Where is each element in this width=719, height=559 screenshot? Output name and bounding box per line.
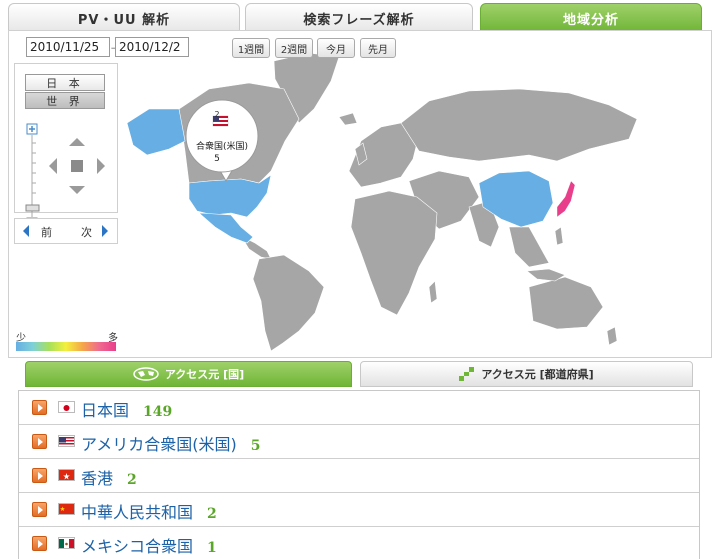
period-this-month-button[interactable]: 今月 bbox=[317, 38, 355, 58]
country-name[interactable]: 中華人民共和国 2 bbox=[81, 499, 217, 523]
country-name[interactable]: 日本国 149 bbox=[81, 397, 172, 421]
expand-arrow-icon[interactable] bbox=[32, 536, 47, 551]
country-name[interactable]: メキシコ合衆国 1 bbox=[81, 533, 217, 557]
zoom-slider-handle bbox=[25, 204, 40, 212]
tab-pv-uu-analysis[interactable]: PV・UU 解析 bbox=[8, 3, 240, 33]
period-2week-button[interactable]: 2週間 bbox=[275, 38, 313, 58]
tab-access-country[interactable]: アクセス元 [国] bbox=[25, 361, 352, 387]
southeast-asia-region bbox=[508, 226, 550, 268]
usa-flag-icon bbox=[58, 435, 75, 447]
africa-region bbox=[350, 190, 438, 316]
prev-next-nav: 前 次 bbox=[14, 218, 118, 244]
pan-up-icon bbox=[69, 138, 85, 146]
tooltip-country: 合衆国(米国) bbox=[195, 142, 249, 152]
expand-arrow-icon[interactable] bbox=[32, 434, 47, 449]
tab-access-prefecture-label: アクセス元 [都道府県] bbox=[481, 368, 594, 381]
access-count: 2 bbox=[207, 506, 217, 522]
region-world-button[interactable]: 世 界 bbox=[25, 92, 105, 109]
expand-arrow-icon[interactable] bbox=[32, 400, 47, 415]
map-panel: 2 合衆国(米国) 5 2010/11/25 － 2010/12/2 1週間 2… bbox=[8, 30, 712, 358]
japan-map-icon bbox=[459, 367, 475, 381]
prev-arrow-icon bbox=[23, 225, 29, 237]
japan-region bbox=[556, 180, 576, 218]
access-count: 2 bbox=[127, 472, 137, 488]
date-to-field[interactable]: 2010/12/2 bbox=[115, 37, 189, 57]
japan-flag-icon bbox=[58, 401, 75, 413]
expand-arrow-icon[interactable] bbox=[32, 468, 47, 483]
madagascar-region bbox=[428, 280, 438, 304]
list-item[interactable]: 中華人民共和国 2 bbox=[19, 493, 699, 527]
pan-down-icon bbox=[69, 186, 85, 194]
map-control-box: 日 本 世 界 bbox=[14, 63, 118, 229]
expand-arrow-icon[interactable] bbox=[32, 502, 47, 517]
country-list: 日本国 149 アメリカ合衆国(米国) 5 香港 2 中華人民共和国 2 メキシコ合衆国… bbox=[18, 390, 700, 559]
hong-kong-flag-icon bbox=[58, 469, 75, 481]
iceland-region bbox=[338, 112, 358, 126]
list-item[interactable]: メキシコ合衆国 1 bbox=[19, 527, 699, 559]
south-america-region bbox=[252, 254, 325, 352]
pan-center-icon bbox=[71, 160, 83, 172]
tab-access-prefecture[interactable]: アクセス元 [都道府県] bbox=[360, 361, 693, 387]
new-zealand-region bbox=[606, 326, 618, 346]
legend-color-scale bbox=[16, 342, 116, 351]
list-item[interactable]: 香港 2 bbox=[19, 459, 699, 493]
access-count: 1 bbox=[207, 540, 217, 556]
tooltip-count: 5 bbox=[214, 154, 220, 164]
country-name[interactable]: アメリカ合衆国(米国) 5 bbox=[81, 431, 260, 455]
tab-access-country-label: アクセス元 [国] bbox=[164, 368, 245, 381]
globe-icon bbox=[133, 367, 159, 381]
access-count: 5 bbox=[250, 438, 261, 454]
australia-region bbox=[528, 276, 604, 330]
tooltip-rank: 2 bbox=[214, 110, 220, 119]
country-name[interactable]: 香港 2 bbox=[81, 465, 137, 489]
china-flag-icon bbox=[58, 503, 75, 515]
mexico-flag-icon bbox=[58, 537, 75, 549]
list-item[interactable]: アメリカ合衆国(米国) 5 bbox=[19, 425, 699, 459]
pan-right-icon bbox=[97, 158, 105, 174]
period-last-month-button[interactable]: 先月 bbox=[360, 38, 396, 58]
next-arrow-icon bbox=[102, 225, 108, 237]
access-count: 149 bbox=[143, 404, 173, 420]
tab-region-analysis[interactable]: 地域分析 bbox=[480, 3, 702, 33]
next-button[interactable]: 次 bbox=[81, 224, 92, 240]
philippines-region bbox=[554, 226, 564, 246]
top-tab-bar: PV・UU 解析 検索フレーズ解析 地域分析 bbox=[8, 3, 712, 33]
mexico-region bbox=[198, 212, 254, 244]
prev-button[interactable]: 前 bbox=[41, 224, 52, 240]
alaska-region bbox=[126, 108, 186, 156]
list-item[interactable]: 日本国 149 bbox=[19, 391, 699, 425]
period-1week-button[interactable]: 1週間 bbox=[232, 38, 270, 58]
tab-search-phrase-analysis[interactable]: 検索フレーズ解析 bbox=[245, 3, 473, 33]
date-from-field[interactable]: 2010/11/25 bbox=[26, 37, 110, 57]
region-japan-button[interactable]: 日 本 bbox=[25, 74, 105, 91]
pan-left-icon bbox=[49, 158, 57, 174]
russia-region bbox=[400, 88, 638, 162]
zoom-pan-controls bbox=[25, 123, 105, 229]
